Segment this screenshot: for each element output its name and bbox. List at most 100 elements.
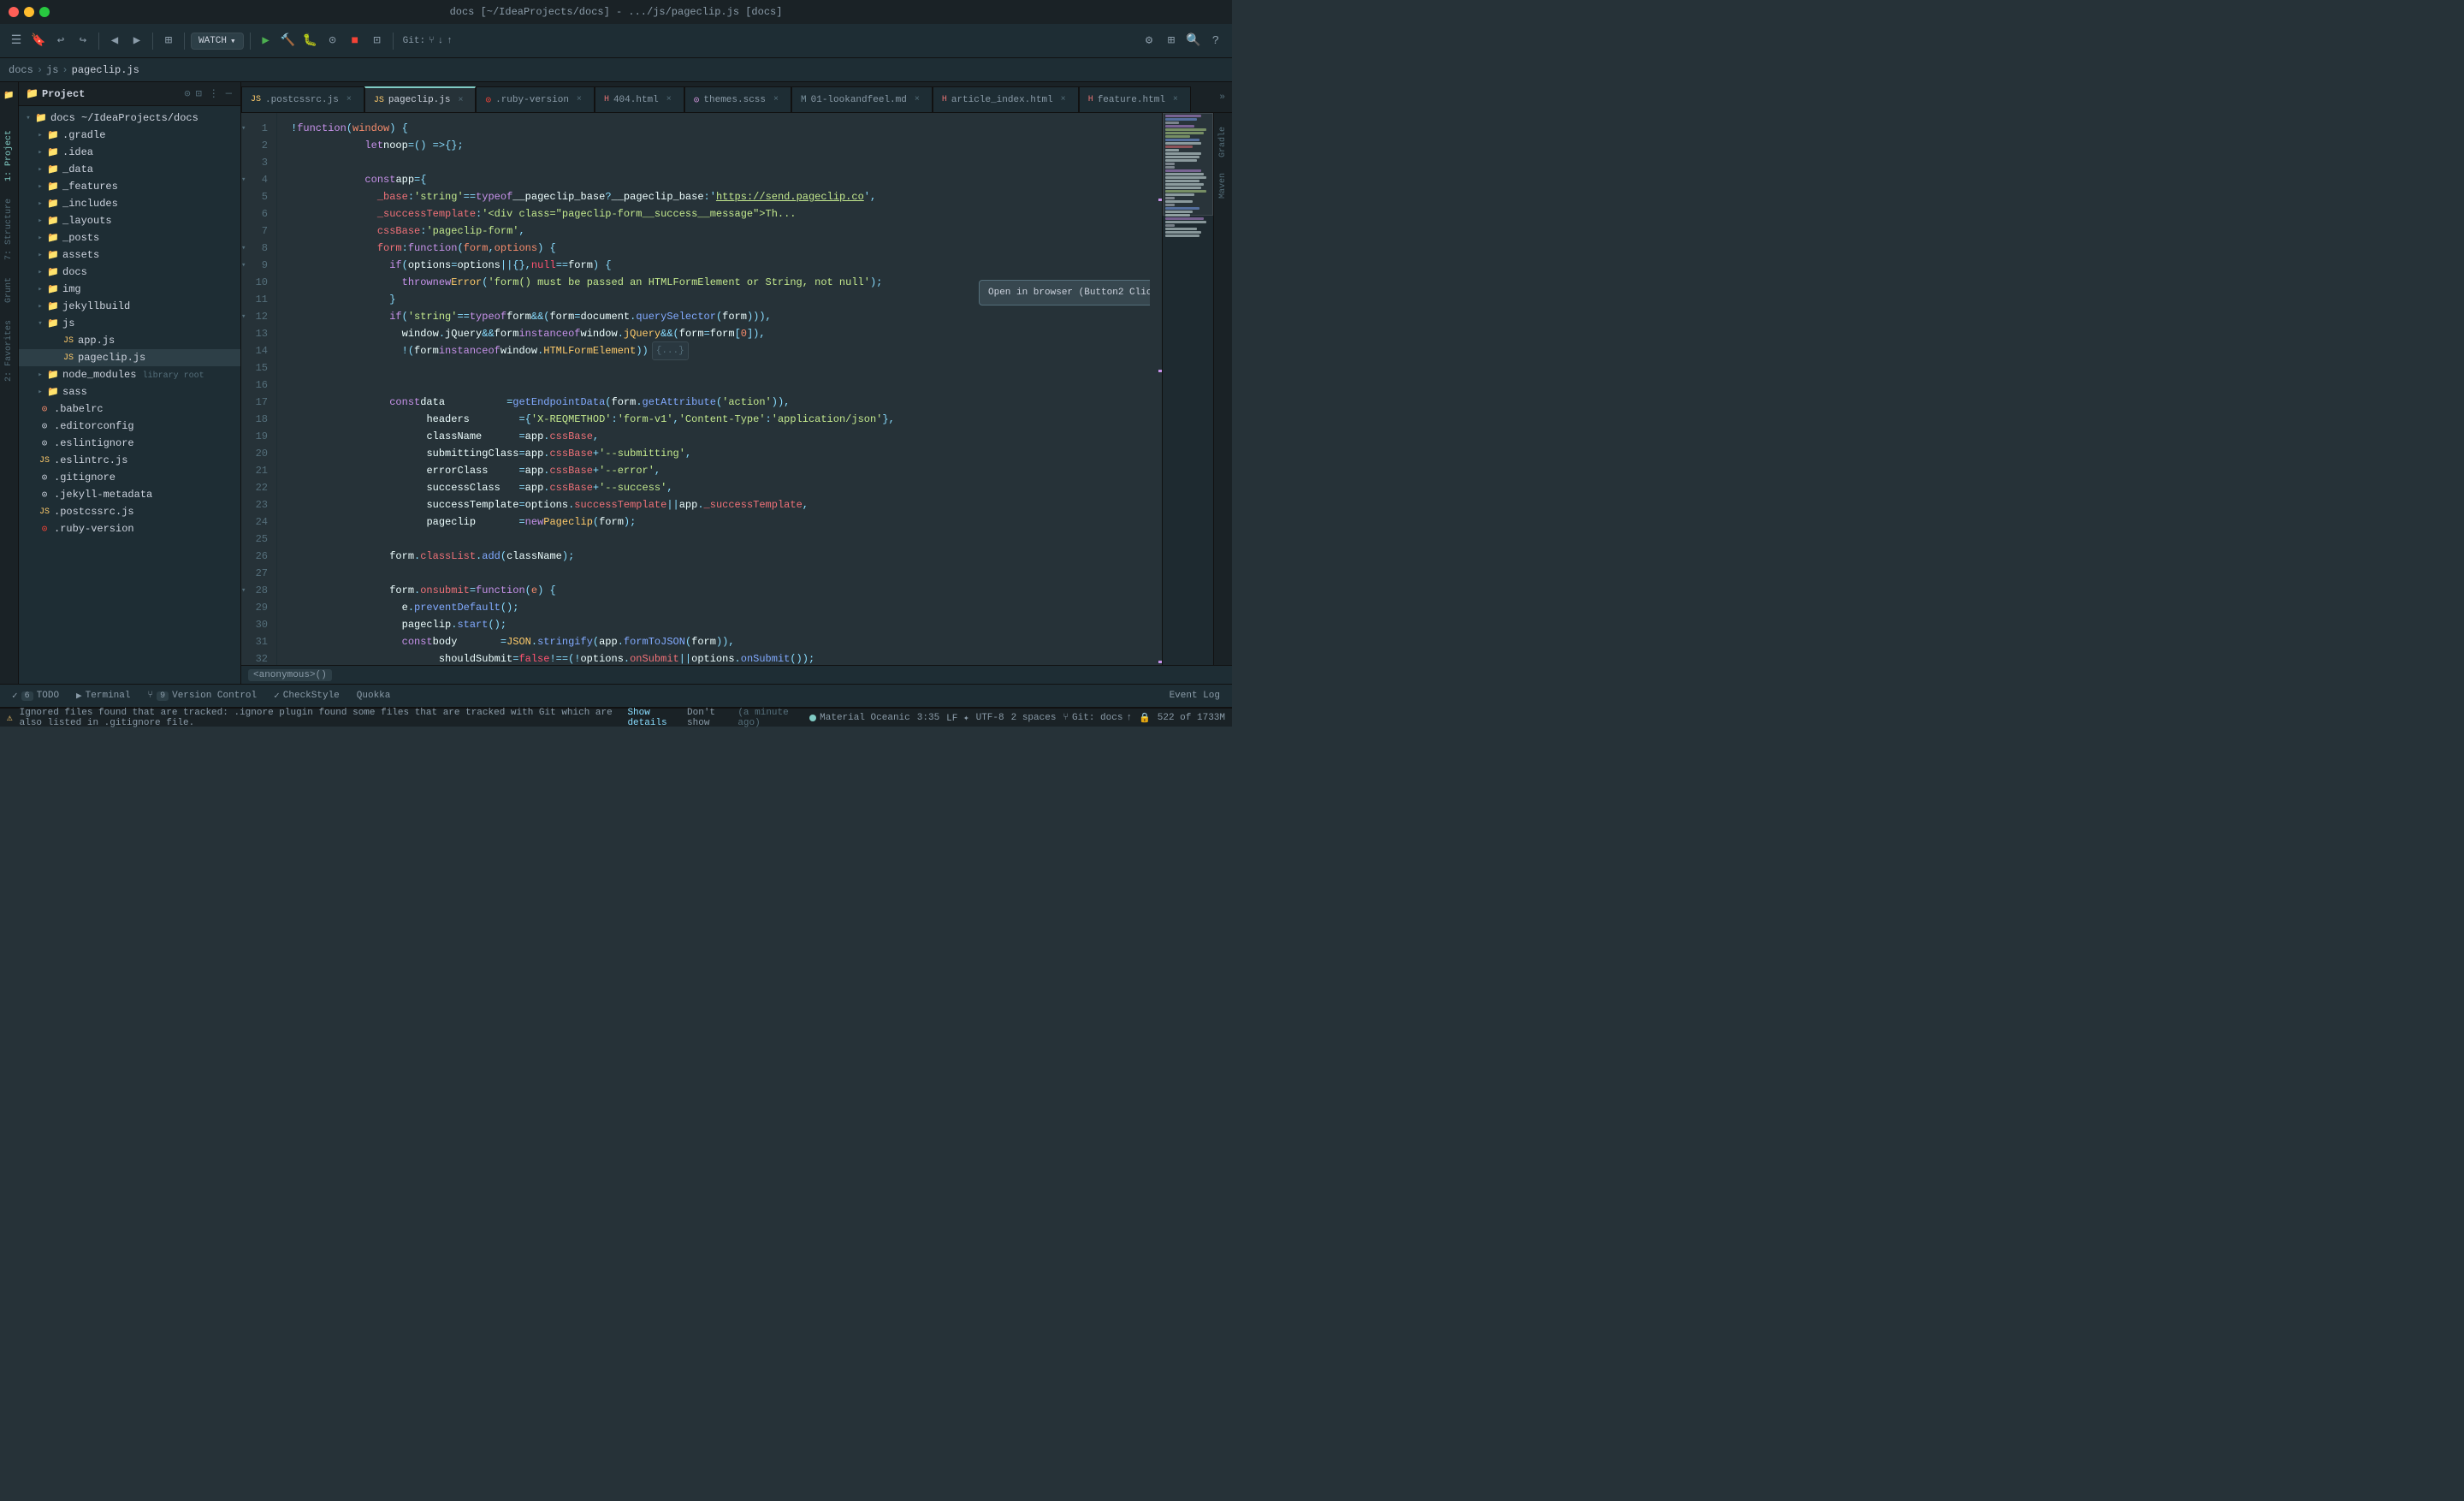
settings-icon[interactable]: ⚙ bbox=[1140, 32, 1158, 50]
code-area[interactable]: !function (window) { let noop = () => {}… bbox=[277, 113, 1150, 665]
gradle-panel-label[interactable]: Gradle bbox=[1217, 120, 1229, 164]
layout-icon[interactable]: ⊞ bbox=[1162, 32, 1181, 50]
undo-icon[interactable]: ↩ bbox=[51, 32, 70, 50]
show-details-link[interactable]: Show details bbox=[627, 708, 680, 728]
watch-button[interactable]: WATCH ▾ bbox=[191, 33, 244, 50]
minimize-button[interactable] bbox=[24, 7, 34, 17]
tree-item-includes[interactable]: ▸ 📁 _includes bbox=[19, 195, 240, 212]
breadcrumb-js[interactable]: js bbox=[46, 64, 58, 76]
breadcrumb-pageclip[interactable]: pageclip.js bbox=[72, 64, 139, 76]
forward-icon[interactable]: ▶ bbox=[127, 32, 146, 50]
breadcrumb-docs[interactable]: docs bbox=[9, 64, 33, 76]
fold-12-icon[interactable]: ▾ bbox=[241, 308, 246, 325]
tab-article[interactable]: H article_index.html × bbox=[933, 86, 1079, 112]
tree-item-gradle[interactable]: ▸ 📁 .gradle bbox=[19, 127, 240, 144]
status-position[interactable]: 3:35 bbox=[917, 713, 939, 723]
tree-item-docs[interactable]: ▸ 📁 docs bbox=[19, 264, 240, 281]
tab-404-close[interactable]: × bbox=[663, 94, 675, 106]
project-view-icon[interactable]: ☰ bbox=[7, 32, 26, 50]
profile-icon[interactable]: ⊡ bbox=[368, 32, 387, 50]
status-warning-text[interactable]: Ignored files found that are tracked: .i… bbox=[20, 708, 800, 728]
fold-28-icon[interactable]: ▾ bbox=[241, 582, 246, 599]
stop-icon[interactable]: ■ bbox=[346, 32, 364, 50]
tab-themes[interactable]: ⊙ themes.scss × bbox=[684, 86, 791, 112]
tree-item-ruby[interactable]: ⊙ .ruby-version bbox=[19, 520, 240, 537]
bottom-tab-quokka[interactable]: Quokka bbox=[348, 686, 400, 705]
sidebar-minimize-icon[interactable]: — bbox=[224, 86, 234, 102]
bottom-tab-eventlog[interactable]: Event Log bbox=[1161, 686, 1229, 705]
fold-collapsed-14[interactable]: {...} bbox=[652, 341, 689, 360]
tree-item-posts[interactable]: ▸ 📁 _posts bbox=[19, 229, 240, 246]
tree-item-sass[interactable]: ▸ 📁 sass bbox=[19, 383, 240, 400]
status-indent[interactable]: 2 spaces bbox=[1011, 713, 1057, 723]
project-icon[interactable]: 📁 bbox=[0, 86, 20, 106]
project-panel-label[interactable]: 1: Project bbox=[3, 123, 15, 188]
status-theme[interactable]: Material Oceanic bbox=[809, 713, 910, 723]
maximize-button[interactable] bbox=[39, 7, 50, 17]
structure-panel-label[interactable]: 7: Structure bbox=[3, 192, 15, 267]
tab-pageclip[interactable]: JS pageclip.js × bbox=[364, 86, 477, 112]
dont-show-link[interactable]: Don't show bbox=[687, 708, 731, 728]
tab-feature[interactable]: H feature.html × bbox=[1079, 86, 1191, 112]
tree-item-editorconfig[interactable]: ⊙ .editorconfig bbox=[19, 418, 240, 435]
tab-ruby[interactable]: ⊙ .ruby-version × bbox=[476, 86, 594, 112]
tree-item-eslintrc[interactable]: JS .eslintrc.js bbox=[19, 452, 240, 469]
tab-article-close[interactable]: × bbox=[1057, 94, 1069, 106]
status-linecount[interactable]: 522 of 1733M bbox=[1158, 713, 1225, 723]
close-button[interactable] bbox=[9, 7, 19, 17]
tree-item-js[interactable]: ▾ 📁 js bbox=[19, 315, 240, 332]
bottom-tab-todo[interactable]: ✓ 6 TODO bbox=[3, 686, 68, 705]
tab-ruby-close[interactable]: × bbox=[573, 94, 585, 106]
fold-1-icon[interactable]: ▾ bbox=[241, 120, 246, 137]
tree-root[interactable]: ▾ 📁 docs ~/IdeaProjects/docs bbox=[19, 110, 240, 127]
bottom-tab-terminal[interactable]: ▶ Terminal bbox=[68, 686, 139, 705]
tree-item-idea[interactable]: ▸ 📁 .idea bbox=[19, 144, 240, 161]
sidebar-sync-icon[interactable]: ⊡ bbox=[194, 86, 204, 102]
tree-item-gitignore[interactable]: ⊙ .gitignore bbox=[19, 469, 240, 486]
status-encoding[interactable]: UTF-8 bbox=[976, 713, 1004, 723]
bottom-tab-checkstyle[interactable]: ✓ CheckStyle bbox=[265, 686, 348, 705]
tree-item-postcssrc[interactable]: JS .postcssrc.js bbox=[19, 503, 240, 520]
sidebar-gear-icon[interactable]: ⋮ bbox=[207, 86, 221, 102]
tree-item-pageclipjs[interactable]: ▸ JS pageclip.js bbox=[19, 349, 240, 366]
fold-8-icon[interactable]: ▾ bbox=[241, 240, 246, 257]
bookmark2-icon[interactable]: ⊞ bbox=[159, 32, 178, 50]
tab-404[interactable]: H 404.html × bbox=[595, 86, 684, 112]
debug-icon[interactable]: 🐛 bbox=[301, 32, 320, 50]
maven-panel-label[interactable]: Maven bbox=[1217, 166, 1229, 205]
fold-9-icon[interactable]: ▾ bbox=[241, 257, 246, 274]
tab-themes-close[interactable]: × bbox=[770, 94, 782, 106]
status-git[interactable]: ⑂ Git: docs ↑ bbox=[1063, 713, 1132, 723]
status-lock[interactable]: 🔒 bbox=[1139, 712, 1151, 724]
tree-item-layouts[interactable]: ▸ 📁 _layouts bbox=[19, 212, 240, 229]
help-icon[interactable]: ? bbox=[1206, 32, 1225, 50]
redo-icon[interactable]: ↪ bbox=[74, 32, 92, 50]
build-icon[interactable]: 🔨 bbox=[279, 32, 298, 50]
tab-pageclip-close[interactable]: × bbox=[454, 94, 466, 106]
tree-item-appjs[interactable]: ▸ JS app.js bbox=[19, 332, 240, 349]
tab-postcssrc[interactable]: JS .postcssrc.js × bbox=[241, 86, 364, 112]
tree-item-eslintignore[interactable]: ⊙ .eslintignore bbox=[19, 435, 240, 452]
git-button[interactable]: Git: ⑂ ↓ ↑ bbox=[400, 34, 456, 48]
tree-item-assets[interactable]: ▸ 📁 assets bbox=[19, 246, 240, 264]
tree-item-jekyllbuild[interactable]: ▸ 📁 jekyllbuild bbox=[19, 298, 240, 315]
tree-item-jekyllmeta[interactable]: ⊙ .jekyll-metadata bbox=[19, 486, 240, 503]
tree-item-features[interactable]: ▸ 📁 _features bbox=[19, 178, 240, 195]
bookmark-icon[interactable]: 🔖 bbox=[29, 32, 48, 50]
tab-lookandfeel[interactable]: M 01-lookandfeel.md × bbox=[791, 86, 933, 112]
coverage-icon[interactable]: ⊙ bbox=[323, 32, 342, 50]
status-lineending[interactable]: LF ✦ bbox=[946, 712, 968, 724]
tree-item-babelrc[interactable]: ⊙ .babelrc bbox=[19, 400, 240, 418]
search-everywhere-icon[interactable]: 🔍 bbox=[1184, 32, 1203, 50]
tab-feature-close[interactable]: × bbox=[1170, 94, 1182, 106]
tree-item-nodemodules[interactable]: ▸ 📁 node_modules library root bbox=[19, 366, 240, 383]
tab-lookandfeel-close[interactable]: × bbox=[911, 94, 923, 106]
run-icon[interactable]: ▶ bbox=[257, 32, 275, 50]
more-tabs-button[interactable]: » bbox=[1212, 92, 1232, 103]
back-icon[interactable]: ◀ bbox=[105, 32, 124, 50]
bottom-tab-vcs[interactable]: ⑂ 9 Version Control bbox=[139, 686, 265, 705]
tab-postcssrc-close[interactable]: × bbox=[343, 94, 355, 106]
grunt-panel-label[interactable]: Grunt bbox=[3, 270, 15, 310]
fold-4-icon[interactable]: ▾ bbox=[241, 171, 246, 188]
tree-item-data[interactable]: ▸ 📁 _data bbox=[19, 161, 240, 178]
